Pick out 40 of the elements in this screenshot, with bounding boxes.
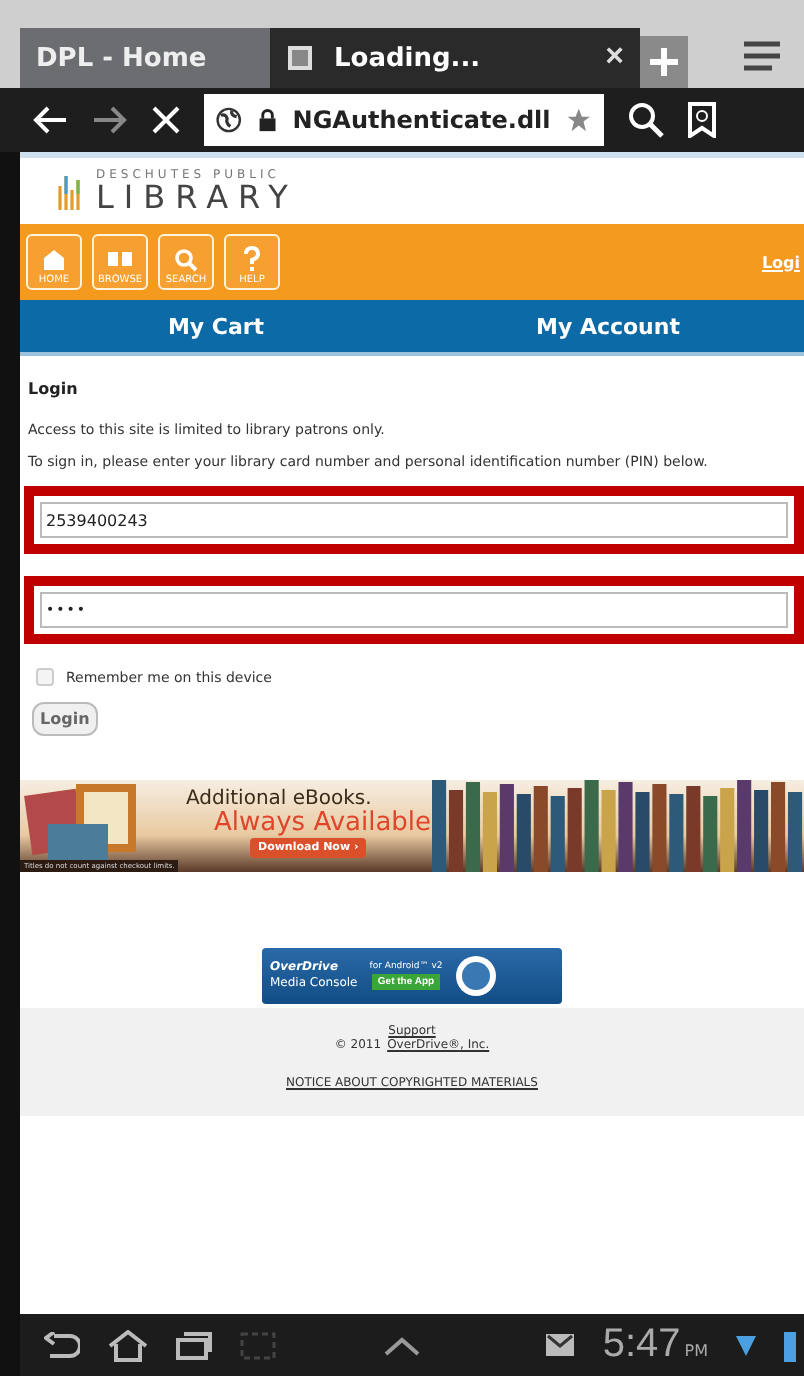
- browser-tab[interactable]: DPL - Home: [20, 28, 270, 88]
- wifi-icon[interactable]: [736, 1333, 756, 1357]
- address-bar[interactable]: NGAuthenticate.dll: [204, 94, 604, 146]
- disc-icon: [454, 954, 499, 998]
- back-arrow-icon[interactable]: [32, 106, 68, 134]
- mail-icon[interactable]: [546, 1334, 575, 1356]
- login-button[interactable]: Login: [32, 702, 98, 736]
- home-icon[interactable]: [108, 1329, 148, 1361]
- clock-time: 5:47: [602, 1322, 681, 1368]
- home-icon: [40, 246, 68, 272]
- recent-apps-icon[interactable]: [176, 1331, 212, 1359]
- close-icon[interactable]: [152, 106, 180, 134]
- search-icon[interactable]: [628, 102, 664, 138]
- card-number-field[interactable]: 2539400243: [40, 502, 788, 538]
- menu-icon[interactable]: [744, 40, 784, 72]
- remember-checkbox[interactable]: [36, 668, 54, 686]
- banner-headline: Additional eBooks.: [186, 788, 374, 810]
- url-text: NGAuthenticate.dll: [292, 106, 551, 134]
- banner-tagline: Always Available: [214, 810, 432, 838]
- browse-icon: [106, 246, 134, 272]
- lock-icon: [257, 106, 277, 134]
- login-heading: Login: [28, 380, 80, 398]
- logo-title: LIBRARY: [96, 182, 298, 214]
- close-tab-button[interactable]: ×: [605, 40, 624, 76]
- bookmark-icon[interactable]: [688, 102, 716, 138]
- clock-ampm: PM: [684, 1342, 708, 1360]
- up-caret-icon[interactable]: [384, 1335, 420, 1355]
- star-icon[interactable]: [566, 104, 593, 136]
- globe-icon: [216, 104, 242, 136]
- help-icon: [238, 246, 266, 272]
- tab-title: Loading...: [334, 43, 483, 73]
- page-icon: [286, 44, 314, 72]
- site-tab[interactable]: My Cart: [20, 300, 412, 352]
- battery-icon[interactable]: [784, 1329, 796, 1361]
- browser-tab[interactable]: Loading... ×: [270, 28, 640, 88]
- new-tab-icon[interactable]: [640, 36, 688, 88]
- site-tab[interactable]: My Account: [412, 300, 804, 352]
- back-icon[interactable]: [44, 1331, 80, 1359]
- search-icon: [172, 246, 200, 272]
- forward-arrow-icon[interactable]: [92, 106, 128, 134]
